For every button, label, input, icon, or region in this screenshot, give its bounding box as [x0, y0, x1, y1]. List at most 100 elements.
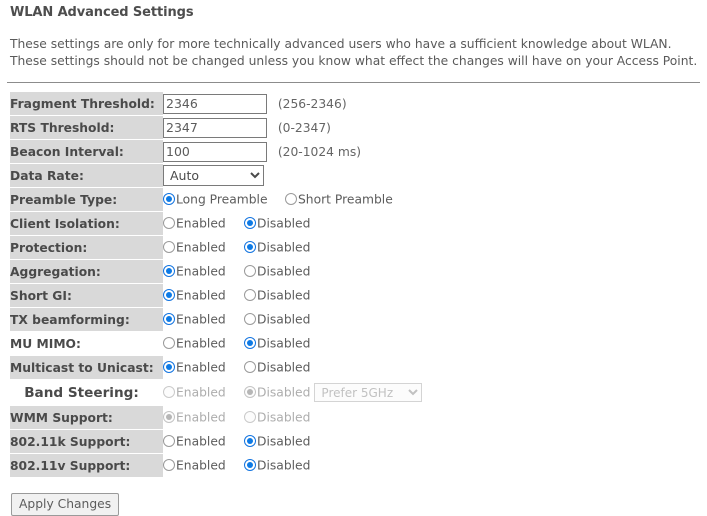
control-rts-threshold: (0-2347) [163, 116, 707, 139]
radio-dot-icon [163, 289, 175, 302]
radio-dot-icon [244, 217, 256, 230]
hint-rts-threshold: (0-2347) [277, 120, 331, 135]
table-row-rts-threshold: RTS Threshold: (0-2347) [10, 116, 707, 139]
dot11v-support-enabled-radio[interactable]: Enabled [163, 458, 226, 473]
band-steering-radio-group: Enabled Disabled Prefer 5GHz [163, 383, 423, 402]
disabled-label: Disabled [257, 336, 311, 351]
band-steering-disabled-radio: Disabled [244, 385, 310, 400]
table-row-preamble-type: Preamble Type: Long Preamble Short Preamb… [10, 188, 707, 211]
enabled-label: Enabled [176, 434, 226, 449]
table-row-wmm-support: WMM Support: Enabled Disabled [10, 406, 707, 429]
radio-dot-icon [163, 241, 175, 254]
protection-enabled-radio[interactable]: Enabled [163, 240, 226, 255]
label-tx-beamforming: TX beamforming: [10, 308, 163, 331]
data-rate-select[interactable]: Auto [163, 165, 264, 186]
control-preamble-type: Long Preamble Short Preamble [163, 188, 707, 211]
control-fragment-threshold: (256-2346) [163, 92, 707, 115]
radio-dot-icon [244, 435, 256, 448]
label-dot11v-support: 802.11v Support: [10, 454, 163, 477]
enabled-label: Enabled [176, 360, 226, 375]
control-client-isolation: Enabled Disabled [163, 212, 707, 235]
table-row-band-steering: Band Steering: Enabled Disabled Prefer 5GH… [10, 380, 707, 405]
enabled-label: Enabled [176, 216, 226, 231]
table-row-multicast-to-unicast: Multicast to Unicast: Enabled Disabled [10, 356, 707, 379]
label-short-gi: Short GI: [10, 284, 163, 307]
control-mu-mimo: Enabled Disabled [163, 332, 707, 355]
disabled-label: Disabled [257, 264, 311, 279]
disabled-label: Disabled [257, 410, 311, 425]
radio-dot-icon [244, 241, 256, 254]
mu-mimo-radio-group: Enabled Disabled [163, 336, 310, 351]
control-multicast-to-unicast: Enabled Disabled [163, 356, 707, 379]
radio-dot-icon [244, 289, 256, 302]
radio-dot-icon [244, 337, 256, 350]
dot11k-support-enabled-radio[interactable]: Enabled [163, 434, 226, 449]
wlan-advanced-settings-page: WLAN Advanced Settings These settings ar… [0, 5, 707, 516]
enabled-label: Enabled [176, 385, 226, 400]
settings-table: Fragment Threshold: (256-2346) RTS Thres… [10, 91, 707, 478]
multicast-to-unicast-disabled-radio[interactable]: Disabled [244, 360, 310, 375]
label-fragment-threshold: Fragment Threshold: [10, 92, 163, 115]
table-row-aggregation: Aggregation: Enabled Disabled [10, 260, 707, 283]
tx-beamforming-disabled-radio[interactable]: Disabled [244, 312, 310, 327]
label-multicast-to-unicast: Multicast to Unicast: [10, 356, 163, 379]
control-beacon-interval: (20-1024 ms) [163, 140, 707, 163]
preamble-short-label: Short Preamble [298, 192, 393, 207]
wmm-support-disabled-radio: Disabled [244, 410, 310, 425]
control-protection: Enabled Disabled [163, 236, 707, 259]
dot11k-support-disabled-radio[interactable]: Disabled [244, 434, 310, 449]
radio-dot-icon [244, 313, 256, 326]
protection-radio-group: Enabled Disabled [163, 240, 310, 255]
aggregation-enabled-radio[interactable]: Enabled [163, 264, 226, 279]
label-rts-threshold: RTS Threshold: [10, 116, 163, 139]
rts-threshold-input[interactable] [163, 117, 267, 138]
band-steering-mode-select: Prefer 5GHz [314, 383, 423, 402]
mu-mimo-enabled-radio[interactable]: Enabled [163, 336, 226, 351]
dot11v-support-disabled-radio[interactable]: Disabled [244, 458, 310, 473]
apply-button-wrap: Apply Changes [11, 493, 701, 516]
table-row-data-rate: Data Rate: Auto [10, 164, 707, 187]
table-row-dot11k-support: 802.11k Support: Enabled Disabled [10, 430, 707, 453]
short-gi-disabled-radio[interactable]: Disabled [244, 288, 310, 303]
radio-dot-icon [163, 193, 175, 206]
table-row-protection: Protection: Enabled Disabled [10, 236, 707, 259]
dot11k-support-radio-group: Enabled Disabled [163, 434, 310, 449]
client-isolation-disabled-radio[interactable]: Disabled [244, 216, 310, 231]
client-isolation-enabled-radio[interactable]: Enabled [163, 216, 226, 231]
preamble-short-radio[interactable]: Short Preamble [285, 192, 393, 207]
radio-dot-icon [163, 217, 175, 230]
label-wmm-support: WMM Support: [10, 406, 163, 429]
tx-beamforming-enabled-radio[interactable]: Enabled [163, 312, 226, 327]
beacon-interval-input[interactable] [163, 141, 267, 162]
control-aggregation: Enabled Disabled [163, 260, 707, 283]
table-row-fragment-threshold: Fragment Threshold: (256-2346) [10, 92, 707, 115]
preamble-type-radio-group: Long Preamble Short Preamble [163, 192, 393, 207]
protection-disabled-radio[interactable]: Disabled [244, 240, 310, 255]
disabled-label: Disabled [257, 216, 311, 231]
label-aggregation: Aggregation: [10, 260, 163, 283]
radio-dot-icon [244, 361, 256, 374]
disabled-label: Disabled [257, 458, 311, 473]
table-row-tx-beamforming: TX beamforming: Enabled Disabled [10, 308, 707, 331]
label-preamble-type: Preamble Type: [10, 188, 163, 211]
disabled-label: Disabled [257, 385, 311, 400]
multicast-to-unicast-enabled-radio[interactable]: Enabled [163, 360, 226, 375]
table-row-mu-mimo: MU MIMO: Enabled Disabled [10, 332, 707, 355]
radio-dot-icon [163, 337, 175, 350]
aggregation-disabled-radio[interactable]: Disabled [244, 264, 310, 279]
disabled-label: Disabled [257, 312, 311, 327]
disabled-label: Disabled [257, 240, 311, 255]
disabled-label: Disabled [257, 360, 311, 375]
band-steering-enabled-radio: Enabled [163, 385, 226, 400]
control-short-gi: Enabled Disabled [163, 284, 707, 307]
short-gi-enabled-radio[interactable]: Enabled [163, 288, 226, 303]
enabled-label: Enabled [176, 336, 226, 351]
radio-dot-icon [244, 265, 256, 278]
apply-changes-button[interactable]: Apply Changes [11, 493, 120, 516]
mu-mimo-disabled-radio[interactable]: Disabled [244, 336, 310, 351]
radio-dot-icon [163, 265, 175, 278]
enabled-label: Enabled [176, 312, 226, 327]
fragment-threshold-input[interactable] [163, 93, 267, 114]
preamble-long-radio[interactable]: Long Preamble [163, 192, 268, 207]
hint-beacon-interval: (20-1024 ms) [277, 144, 362, 159]
